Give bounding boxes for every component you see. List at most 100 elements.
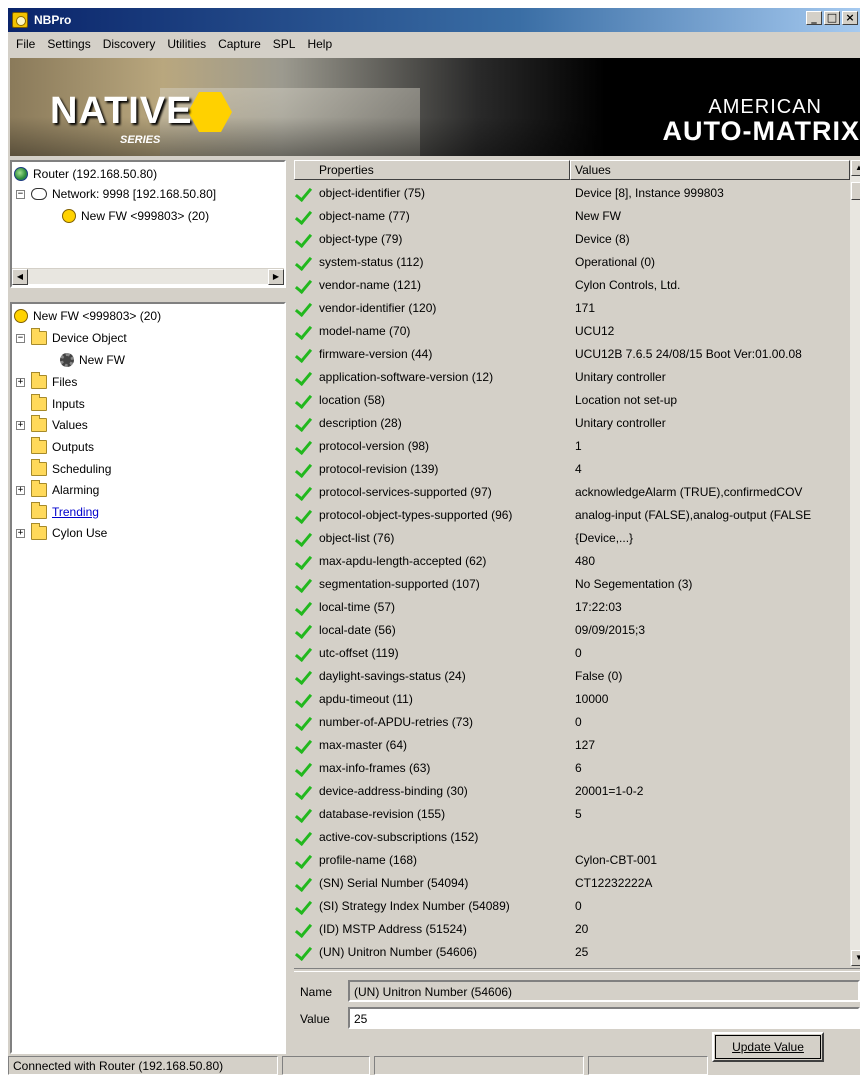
table-row[interactable]: object-identifier (75) Device [8], Instan…	[294, 182, 850, 205]
table-row[interactable]: description (28) Unitary controller	[294, 412, 850, 435]
tree-item-device-object[interactable]: − Device Object	[16, 328, 127, 348]
value-input[interactable]: 25	[348, 1007, 860, 1029]
title-bar[interactable]: NBPro _ □ ×	[8, 8, 860, 32]
table-row[interactable]: (UN) Unitron Number (54606) 25	[294, 941, 850, 964]
table-row[interactable]: system-status (112) Operational (0)	[294, 251, 850, 274]
table-row[interactable]: protocol-revision (139) 4	[294, 458, 850, 481]
tree-item-values[interactable]: + Values	[16, 415, 88, 435]
property-cell: max-apdu-length-accepted (62)	[319, 554, 487, 568]
tree-item-router[interactable]: Router (192.168.50.80)	[14, 164, 157, 184]
expand-toggle[interactable]: +	[16, 420, 25, 430]
column-header-values[interactable]: Values	[570, 160, 850, 180]
table-row[interactable]: local-date (56) 09/09/2015;3	[294, 619, 850, 642]
tree-item-device[interactable]: New FW <999803> (20)	[62, 206, 209, 226]
table-row[interactable]: protocol-object-types-supported (96) anal…	[294, 504, 850, 527]
value-cell: 480	[575, 554, 596, 568]
property-cell: system-status (112)	[319, 255, 424, 269]
tree-item-label[interactable]: Trending	[52, 505, 99, 519]
tree-item-network[interactable]: − Network: 9998 [192.168.50.80]	[16, 184, 216, 204]
table-row[interactable]: protocol-services-supported (97) acknowle…	[294, 481, 850, 504]
table-row[interactable]: object-list (76) {Device,...}	[294, 527, 850, 550]
expand-toggle[interactable]: +	[16, 485, 25, 495]
table-row[interactable]: vendor-name (121) Cylon Controls, Ltd.	[294, 274, 850, 297]
value-cell: 171	[575, 301, 596, 315]
checkmark-icon	[296, 621, 312, 639]
scroll-down-button[interactable]: ▼	[851, 950, 860, 966]
tree-item-device-root[interactable]: New FW <999803> (20)	[14, 306, 161, 326]
tree-item-outputs[interactable]: Outputs	[31, 437, 94, 457]
table-row[interactable]: object-name (77) New FW	[294, 205, 850, 228]
status-text: Connected with Router (192.168.50.80)	[8, 1056, 278, 1075]
table-row[interactable]: vendor-identifier (120) 171	[294, 297, 850, 320]
table-row[interactable]: local-time (57) 17:22:03	[294, 596, 850, 619]
menu-spl[interactable]: SPL	[267, 34, 302, 56]
menu-file[interactable]: File	[10, 34, 41, 56]
checkmark-icon	[296, 920, 312, 938]
tree-item-label: Files	[52, 375, 78, 389]
table-row[interactable]: max-apdu-length-accepted (62) 480	[294, 550, 850, 573]
property-cell: firmware-version (44)	[319, 347, 433, 361]
tree-item-trending[interactable]: Trending	[31, 502, 99, 522]
value-cell: 6	[575, 761, 582, 775]
checkmark-icon	[296, 483, 312, 501]
table-row[interactable]: segmentation-supported (107) No Segementa…	[294, 573, 850, 596]
menu-capture[interactable]: Capture	[212, 34, 267, 56]
table-row[interactable]: firmware-version (44) UCU12B 7.6.5 24/08/…	[294, 343, 850, 366]
maximize-button[interactable]: □	[824, 11, 840, 25]
value-cell: No Segementation (3)	[575, 577, 693, 591]
table-row[interactable]: object-type (79) Device (8)	[294, 228, 850, 251]
expand-toggle[interactable]: +	[16, 528, 25, 538]
table-row[interactable]: (ID) MSTP Address (51524) 20	[294, 918, 850, 941]
property-cell: object-name (77)	[319, 209, 410, 223]
value-cell: 10000	[575, 692, 609, 706]
tree-item-scheduling[interactable]: Scheduling	[31, 459, 111, 479]
table-row[interactable]: utc-offset (119) 0	[294, 642, 850, 665]
table-row[interactable]: max-info-frames (63) 6	[294, 757, 850, 780]
tree-item-new-fw[interactable]: New FW	[60, 350, 125, 370]
menu-settings[interactable]: Settings	[41, 34, 96, 56]
table-row[interactable]: application-software-version (12) Unitary…	[294, 366, 850, 389]
table-row[interactable]: device-address-binding (30) 20001=1-0-2	[294, 780, 850, 803]
tree-item-cylon-use[interactable]: + Cylon Use	[16, 523, 107, 543]
horizontal-scrollbar[interactable]: ◀ ▶	[12, 268, 284, 285]
table-row[interactable]: active-cov-subscriptions (152)	[294, 826, 850, 849]
collapse-toggle[interactable]: −	[16, 333, 25, 343]
tree-item-inputs[interactable]: Inputs	[31, 394, 85, 414]
table-row[interactable]: profile-name (168) Cylon-CBT-001	[294, 849, 850, 872]
table-row[interactable]: database-revision (155) 5	[294, 803, 850, 826]
network-tree[interactable]: Router (192.168.50.80) − Network: 9998 […	[10, 160, 286, 288]
minimize-button[interactable]: _	[806, 11, 822, 25]
scroll-thumb[interactable]	[851, 182, 860, 200]
tree-item-alarming[interactable]: + Alarming	[16, 480, 99, 500]
table-row[interactable]: apdu-timeout (11) 10000	[294, 688, 850, 711]
scroll-up-button[interactable]: ▲	[851, 160, 860, 176]
table-row[interactable]: number-of-APDU-retries (73) 0	[294, 711, 850, 734]
table-row[interactable]: location (58) Location not set-up	[294, 389, 850, 412]
table-row[interactable]: protocol-version (98) 1	[294, 435, 850, 458]
tree-item-files[interactable]: + Files	[16, 372, 77, 392]
vertical-scrollbar[interactable]: ▲ ▼	[850, 160, 860, 966]
checkmark-icon	[296, 805, 312, 823]
expand-toggle[interactable]: +	[16, 377, 25, 387]
checkmark-icon	[296, 552, 312, 570]
table-row[interactable]: max-master (64) 127	[294, 734, 850, 757]
menu-help[interactable]: Help	[301, 34, 338, 56]
collapse-toggle[interactable]: −	[16, 189, 25, 199]
scroll-right-button[interactable]: ▶	[268, 269, 284, 285]
scroll-left-button[interactable]: ◀	[12, 269, 28, 285]
value-cell: 0	[575, 715, 582, 729]
column-header-properties[interactable]: Properties	[294, 160, 570, 180]
table-row[interactable]: (SI) Strategy Index Number (54089) 0	[294, 895, 850, 918]
splitter[interactable]	[294, 968, 860, 972]
table-row[interactable]: model-name (70) UCU12	[294, 320, 850, 343]
properties-table[interactable]: Properties Values object-identifier (75)…	[294, 160, 860, 968]
table-row[interactable]: (SN) Serial Number (54094) CT12232222A	[294, 872, 850, 895]
close-button[interactable]: ×	[842, 11, 858, 25]
menu-discovery[interactable]: Discovery	[97, 34, 162, 56]
menu-utilities[interactable]: Utilities	[161, 34, 212, 56]
folder-icon	[31, 394, 47, 411]
value-cell: Cylon Controls, Ltd.	[575, 278, 681, 292]
table-row[interactable]: daylight-savings-status (24) False (0)	[294, 665, 850, 688]
property-cell: model-name (70)	[319, 324, 411, 338]
object-tree[interactable]: New FW <999803> (20) − Device Object New…	[10, 302, 286, 1054]
